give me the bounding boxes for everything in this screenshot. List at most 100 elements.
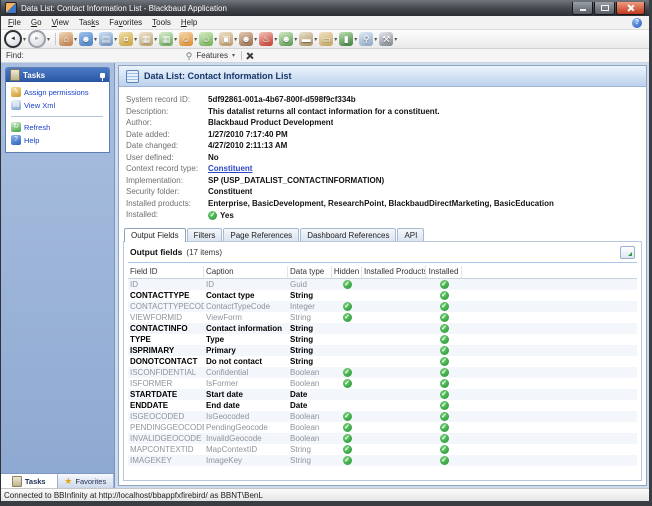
table-row[interactable]: CONTACTINFO Contact information String ✓: [128, 322, 637, 334]
menu-file[interactable]: File: [3, 18, 26, 27]
laptop-icon[interactable]: ▬: [299, 32, 314, 46]
back-dropdown-icon[interactable]: ▾: [23, 36, 26, 43]
table-row[interactable]: ISFORMER IsFormer Boolean ✓ ✓: [128, 378, 637, 389]
dropdown-arrow-icon[interactable]: ▾: [74, 36, 77, 43]
search-icon[interactable]: ⚲: [359, 32, 374, 46]
column-header-field-id[interactable]: Field ID: [128, 265, 204, 278]
check-icon: ✓: [439, 378, 449, 388]
table-row[interactable]: PENDINGGEOCODE PendingGeocode Boolean ✓ ✓: [128, 422, 637, 433]
menu-favorites[interactable]: Favorites: [104, 18, 147, 27]
calendar-icon[interactable]: ▦: [159, 32, 174, 46]
find-input[interactable]: [27, 49, 182, 62]
tab-output-fields[interactable]: Output Fields: [124, 227, 186, 242]
dropdown-arrow-icon[interactable]: ▾: [114, 36, 117, 43]
columns-options-button[interactable]: [620, 245, 635, 259]
title-bar[interactable]: Data List: Contact Information List - Bl…: [1, 0, 649, 16]
table-row[interactable]: VIEWFORMID ViewForm String ✓ ✓: [128, 312, 637, 323]
forward-dropdown-icon[interactable]: ▾: [47, 36, 50, 43]
table-row[interactable]: CONTACTTYPE Contact type String ✓: [128, 290, 637, 301]
column-header-data-type[interactable]: Data type: [288, 265, 332, 278]
table-row[interactable]: ISCONFIDENTIAL Confidential Boolean ✓ ✓: [128, 366, 637, 378]
sidebar-tab-favorites[interactable]: ★ Favorites: [58, 474, 114, 488]
table-row[interactable]: MAPCONTEXTID MapContextID String ✓ ✓: [128, 444, 637, 455]
pushpin-icon[interactable]: [100, 72, 105, 81]
table-row[interactable]: ENDDATE End date Date ✓: [128, 400, 637, 411]
table-row[interactable]: DONOTCONTACT Do not contact String ✓: [128, 356, 637, 367]
cash-register-icon[interactable]: ▦: [139, 32, 154, 46]
task-link-assign-permissions[interactable]: ✎ Assign permissions: [11, 87, 106, 97]
dropdown-arrow-icon[interactable]: ▾: [234, 36, 237, 43]
tab-page-references[interactable]: Page References: [223, 227, 300, 241]
table-row[interactable]: ID ID Guid ✓ ✓: [128, 278, 637, 290]
home-icon[interactable]: ⌂: [59, 32, 74, 46]
refresh-icon: ↻: [11, 122, 21, 132]
forward-button[interactable]: ►: [28, 30, 47, 48]
couple-icon[interactable]: ☻: [239, 32, 254, 46]
table-row[interactable]: CONTACTTYPECODE ContactTypeCode Integer ✓ ✓: [128, 300, 637, 312]
table-row[interactable]: STARTDATE Start date Date ✓: [128, 388, 637, 400]
tab-filters[interactable]: Filters: [186, 227, 223, 241]
tab-api[interactable]: API: [397, 227, 425, 241]
menu-tasks[interactable]: Tasks: [74, 18, 104, 27]
thermometer-icon[interactable]: ♨: [259, 32, 274, 46]
table-row[interactable]: INVALIDGEOCODE InvalidGeocode Boolean ✓ ✓: [128, 432, 637, 444]
tab-dashboard-references[interactable]: Dashboard References: [300, 227, 397, 241]
tools-icon[interactable]: ⚒: [379, 32, 394, 46]
table-row[interactable]: ISGEOCODED IsGeocoded Boolean ✓ ✓: [128, 410, 637, 422]
dropdown-arrow-icon[interactable]: ▾: [394, 36, 397, 43]
column-header-installed-products[interactable]: Installed Products: [362, 265, 426, 278]
menu-help[interactable]: Help: [176, 18, 202, 27]
data-type-cell: String: [290, 334, 314, 344]
content-header: Data List: Contact Information List: [119, 66, 646, 87]
book-icon[interactable]: ▮: [339, 32, 354, 46]
dropdown-arrow-icon[interactable]: ▾: [254, 36, 257, 43]
gift-icon[interactable]: ▣: [219, 32, 234, 46]
dropdown-arrow-icon[interactable]: ▾: [194, 36, 197, 43]
person-waving-icon[interactable]: ☺: [199, 32, 214, 46]
menu-go[interactable]: Go: [26, 18, 47, 27]
dropdown-arrow-icon[interactable]: ▾: [294, 36, 297, 43]
maximize-button[interactable]: [594, 1, 615, 15]
dropdown-arrow-icon[interactable]: ▾: [354, 36, 357, 43]
minimize-button[interactable]: [572, 1, 593, 15]
dropdown-arrow-icon[interactable]: ▾: [314, 36, 317, 43]
constituents-icon[interactable]: ☻: [79, 32, 94, 46]
records-icon[interactable]: ▤: [99, 32, 114, 46]
task-link-help[interactable]: ? Help: [11, 135, 106, 145]
window-title: Data List: Contact Information List - Bl…: [21, 3, 227, 13]
property-value-link[interactable]: Constituent: [208, 164, 252, 173]
back-button[interactable]: ◄: [4, 30, 22, 48]
help-icon[interactable]: ?: [632, 17, 642, 28]
group-icon[interactable]: ☻: [279, 32, 294, 46]
dropdown-arrow-icon[interactable]: ▾: [134, 36, 137, 43]
caption-cell: Do not contact: [206, 356, 262, 366]
dropdown-arrow-icon[interactable]: ▾: [214, 36, 217, 43]
table-row[interactable]: ISPRIMARY Primary String ✓: [128, 344, 637, 356]
column-header-hidden[interactable]: Hidden: [332, 265, 362, 278]
clipboard-icon: [10, 69, 20, 81]
caption-cell: Type: [206, 334, 225, 344]
column-header-installed[interactable]: Installed: [426, 265, 462, 278]
dropdown-arrow-icon[interactable]: ▾: [334, 36, 337, 43]
features-dropdown[interactable]: Features ▾: [196, 51, 237, 60]
task-link-view-xml[interactable]: ▤ View Xml: [11, 100, 106, 110]
table-row[interactable]: TYPE Type String ✓: [128, 334, 637, 345]
column-header-caption[interactable]: Caption: [204, 265, 288, 278]
menu-tools[interactable]: Tools: [147, 18, 176, 27]
tasks-panel-header[interactable]: Tasks: [6, 68, 109, 82]
dropdown-arrow-icon[interactable]: ▾: [274, 36, 277, 43]
find-close-icon[interactable]: [246, 52, 253, 59]
close-button[interactable]: [616, 1, 645, 15]
dropdown-arrow-icon[interactable]: ▾: [174, 36, 177, 43]
ticket-icon[interactable]: ▭: [319, 32, 334, 46]
dropdown-arrow-icon[interactable]: ▾: [94, 36, 97, 43]
dropdown-arrow-icon[interactable]: ▾: [154, 36, 157, 43]
person-icon[interactable]: ☺: [179, 32, 194, 46]
coins-icon[interactable]: ¤: [119, 32, 134, 46]
property-row: Description: This datalist returns all co…: [126, 107, 640, 119]
sidebar-tab-tasks[interactable]: Tasks: [1, 474, 58, 488]
menu-view[interactable]: View: [47, 18, 74, 27]
table-row[interactable]: IMAGEKEY ImageKey String ✓ ✓: [128, 454, 637, 466]
dropdown-arrow-icon[interactable]: ▾: [374, 36, 377, 43]
task-link-refresh[interactable]: ↻ Refresh: [11, 122, 106, 132]
